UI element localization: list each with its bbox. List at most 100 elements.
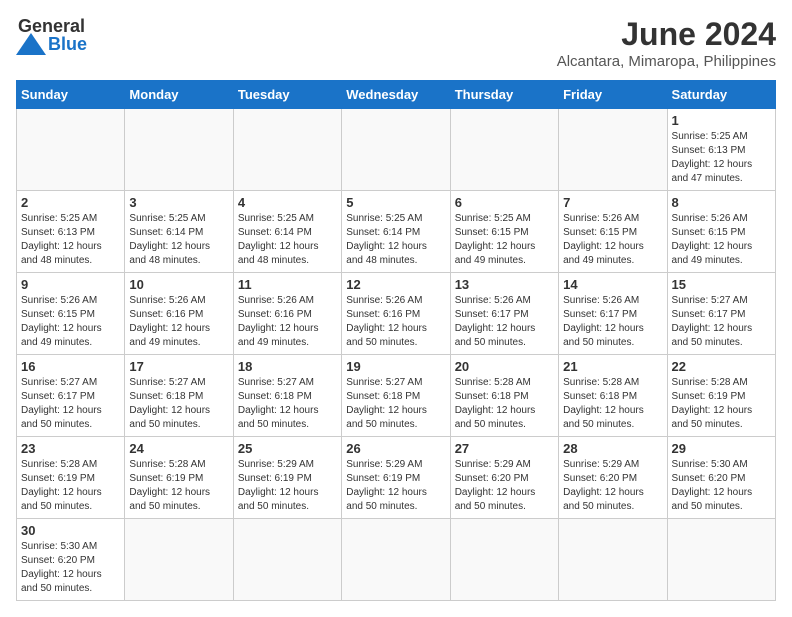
day-info: Sunrise: 5:28 AM Sunset: 6:18 PM Dayligh… xyxy=(563,376,662,432)
calendar-cell: 6 Sunrise: 5:25 AM Sunset: 6:15 PM Daylig… xyxy=(450,191,558,273)
day-number: 5 xyxy=(346,195,445,210)
calendar-cell: 20 Sunrise: 5:28 AM Sunset: 6:18 PM Dayli… xyxy=(450,355,558,437)
day-number: 2 xyxy=(21,195,120,210)
day-number: 30 xyxy=(21,523,120,538)
day-info: Sunrise: 5:26 AM Sunset: 6:15 PM Dayligh… xyxy=(563,212,662,268)
calendar-week-row: 9 Sunrise: 5:26 AM Sunset: 6:15 PM Daylig… xyxy=(17,273,776,355)
weekday-header-thursday: Thursday xyxy=(450,81,558,109)
weekday-header-tuesday: Tuesday xyxy=(233,81,341,109)
calendar-header-row: SundayMondayTuesdayWednesdayThursdayFrid… xyxy=(17,81,776,109)
calendar-cell: 4Sunrise: 5:25 AM Sunset: 6:14 PM Daylig… xyxy=(233,191,341,273)
calendar-cell: 18 Sunrise: 5:27 AM Sunset: 6:18 PM Dayli… xyxy=(233,355,341,437)
weekday-header-sunday: Sunday xyxy=(17,81,125,109)
day-number: 3 xyxy=(129,195,228,210)
calendar-cell xyxy=(233,519,341,601)
calendar-cell: 24 Sunrise: 5:28 AM Sunset: 6:19 PM Dayli… xyxy=(125,437,233,519)
day-info: Sunrise: 5:28 AM Sunset: 6:19 PM Dayligh… xyxy=(21,458,120,514)
day-number: 20 xyxy=(455,359,554,374)
weekday-header-wednesday: Wednesday xyxy=(342,81,450,109)
calendar-title-area: June 2024 Alcantara, Mimaropa, Philippin… xyxy=(557,16,776,70)
day-number: 8 xyxy=(672,195,771,210)
day-number: 9 xyxy=(21,277,120,292)
day-number: 10 xyxy=(129,277,228,292)
calendar-week-row: 30 Sunrise: 5:30 AM Sunset: 6:20 PM Dayli… xyxy=(17,519,776,601)
calendar-cell xyxy=(125,109,233,191)
calendar-cell: 3 Sunrise: 5:25 AM Sunset: 6:14 PM Daylig… xyxy=(125,191,233,273)
calendar-cell xyxy=(233,109,341,191)
calendar-cell: 12Sunrise: 5:26 AM Sunset: 6:16 PM Dayli… xyxy=(342,273,450,355)
day-info: Sunrise: 5:27 AM Sunset: 6:17 PM Dayligh… xyxy=(672,294,771,350)
calendar-cell xyxy=(342,109,450,191)
day-number: 16 xyxy=(21,359,120,374)
logo-icon xyxy=(16,33,46,55)
day-number: 26 xyxy=(346,441,445,456)
day-info: Sunrise: 5:25 AM Sunset: 6:13 PM Dayligh… xyxy=(672,130,771,186)
calendar-cell xyxy=(17,109,125,191)
page-header: General Blue June 2024 Alcantara, Mimaro… xyxy=(16,16,776,70)
day-info: Sunrise: 5:29 AM Sunset: 6:19 PM Dayligh… xyxy=(238,458,337,514)
calendar-week-row: 16 Sunrise: 5:27 AM Sunset: 6:17 PM Dayli… xyxy=(17,355,776,437)
day-number: 1 xyxy=(672,113,771,128)
calendar-cell: 23 Sunrise: 5:28 AM Sunset: 6:19 PM Dayli… xyxy=(17,437,125,519)
day-number: 6 xyxy=(455,195,554,210)
day-number: 25 xyxy=(238,441,337,456)
logo: General Blue xyxy=(16,16,87,55)
weekday-header-monday: Monday xyxy=(125,81,233,109)
calendar-week-row: 2Sunrise: 5:25 AM Sunset: 6:13 PM Daylig… xyxy=(17,191,776,273)
calendar-cell: 5 Sunrise: 5:25 AM Sunset: 6:14 PM Daylig… xyxy=(342,191,450,273)
calendar-cell: 17 Sunrise: 5:27 AM Sunset: 6:18 PM Dayli… xyxy=(125,355,233,437)
day-info: Sunrise: 5:28 AM Sunset: 6:19 PM Dayligh… xyxy=(672,376,771,432)
day-number: 4 xyxy=(238,195,337,210)
day-number: 23 xyxy=(21,441,120,456)
calendar-cell: 2Sunrise: 5:25 AM Sunset: 6:13 PM Daylig… xyxy=(17,191,125,273)
day-info: Sunrise: 5:28 AM Sunset: 6:19 PM Dayligh… xyxy=(129,458,228,514)
calendar-cell: 27 Sunrise: 5:29 AM Sunset: 6:20 PM Dayli… xyxy=(450,437,558,519)
day-info: Sunrise: 5:29 AM Sunset: 6:19 PM Dayligh… xyxy=(346,458,445,514)
day-info: Sunrise: 5:26 AM Sunset: 6:17 PM Dayligh… xyxy=(563,294,662,350)
calendar-cell: 25 Sunrise: 5:29 AM Sunset: 6:19 PM Dayli… xyxy=(233,437,341,519)
calendar-cell: 9 Sunrise: 5:26 AM Sunset: 6:15 PM Daylig… xyxy=(17,273,125,355)
calendar-cell: 30 Sunrise: 5:30 AM Sunset: 6:20 PM Dayli… xyxy=(17,519,125,601)
calendar-cell xyxy=(450,109,558,191)
day-number: 24 xyxy=(129,441,228,456)
day-info: Sunrise: 5:25 AM Sunset: 6:14 PM Dayligh… xyxy=(129,212,228,268)
calendar-cell xyxy=(559,109,667,191)
day-info: Sunrise: 5:25 AM Sunset: 6:14 PM Dayligh… xyxy=(346,212,445,268)
day-info: Sunrise: 5:26 AM Sunset: 6:16 PM Dayligh… xyxy=(238,294,337,350)
day-info: Sunrise: 5:25 AM Sunset: 6:15 PM Dayligh… xyxy=(455,212,554,268)
calendar-cell: 13Sunrise: 5:26 AM Sunset: 6:17 PM Dayli… xyxy=(450,273,558,355)
day-info: Sunrise: 5:26 AM Sunset: 6:16 PM Dayligh… xyxy=(129,294,228,350)
day-info: Sunrise: 5:27 AM Sunset: 6:18 PM Dayligh… xyxy=(346,376,445,432)
calendar-cell: 28Sunrise: 5:29 AM Sunset: 6:20 PM Dayli… xyxy=(559,437,667,519)
day-number: 28 xyxy=(563,441,662,456)
calendar-cell: 16 Sunrise: 5:27 AM Sunset: 6:17 PM Dayli… xyxy=(17,355,125,437)
calendar-cell: 10 Sunrise: 5:26 AM Sunset: 6:16 PM Dayli… xyxy=(125,273,233,355)
day-info: Sunrise: 5:27 AM Sunset: 6:18 PM Dayligh… xyxy=(238,376,337,432)
calendar-cell xyxy=(667,519,775,601)
calendar-cell: 8Sunrise: 5:26 AM Sunset: 6:15 PM Daylig… xyxy=(667,191,775,273)
day-info: Sunrise: 5:27 AM Sunset: 6:18 PM Dayligh… xyxy=(129,376,228,432)
calendar-table: SundayMondayTuesdayWednesdayThursdayFrid… xyxy=(16,80,776,601)
calendar-cell xyxy=(559,519,667,601)
logo-blue: Blue xyxy=(48,34,87,55)
day-info: Sunrise: 5:29 AM Sunset: 6:20 PM Dayligh… xyxy=(455,458,554,514)
calendar-cell xyxy=(125,519,233,601)
calendar-cell: 22Sunrise: 5:28 AM Sunset: 6:19 PM Dayli… xyxy=(667,355,775,437)
day-number: 27 xyxy=(455,441,554,456)
day-number: 14 xyxy=(563,277,662,292)
day-info: Sunrise: 5:30 AM Sunset: 6:20 PM Dayligh… xyxy=(672,458,771,514)
day-info: Sunrise: 5:28 AM Sunset: 6:18 PM Dayligh… xyxy=(455,376,554,432)
day-info: Sunrise: 5:30 AM Sunset: 6:20 PM Dayligh… xyxy=(21,540,120,596)
weekday-header-saturday: Saturday xyxy=(667,81,775,109)
day-info: Sunrise: 5:26 AM Sunset: 6:15 PM Dayligh… xyxy=(21,294,120,350)
day-number: 18 xyxy=(238,359,337,374)
day-info: Sunrise: 5:27 AM Sunset: 6:17 PM Dayligh… xyxy=(21,376,120,432)
calendar-cell xyxy=(342,519,450,601)
calendar-cell: 15Sunrise: 5:27 AM Sunset: 6:17 PM Dayli… xyxy=(667,273,775,355)
day-number: 29 xyxy=(672,441,771,456)
calendar-cell: 7Sunrise: 5:26 AM Sunset: 6:15 PM Daylig… xyxy=(559,191,667,273)
day-number: 19 xyxy=(346,359,445,374)
calendar-cell: 19 Sunrise: 5:27 AM Sunset: 6:18 PM Dayli… xyxy=(342,355,450,437)
calendar-cell: 26 Sunrise: 5:29 AM Sunset: 6:19 PM Dayli… xyxy=(342,437,450,519)
day-number: 17 xyxy=(129,359,228,374)
